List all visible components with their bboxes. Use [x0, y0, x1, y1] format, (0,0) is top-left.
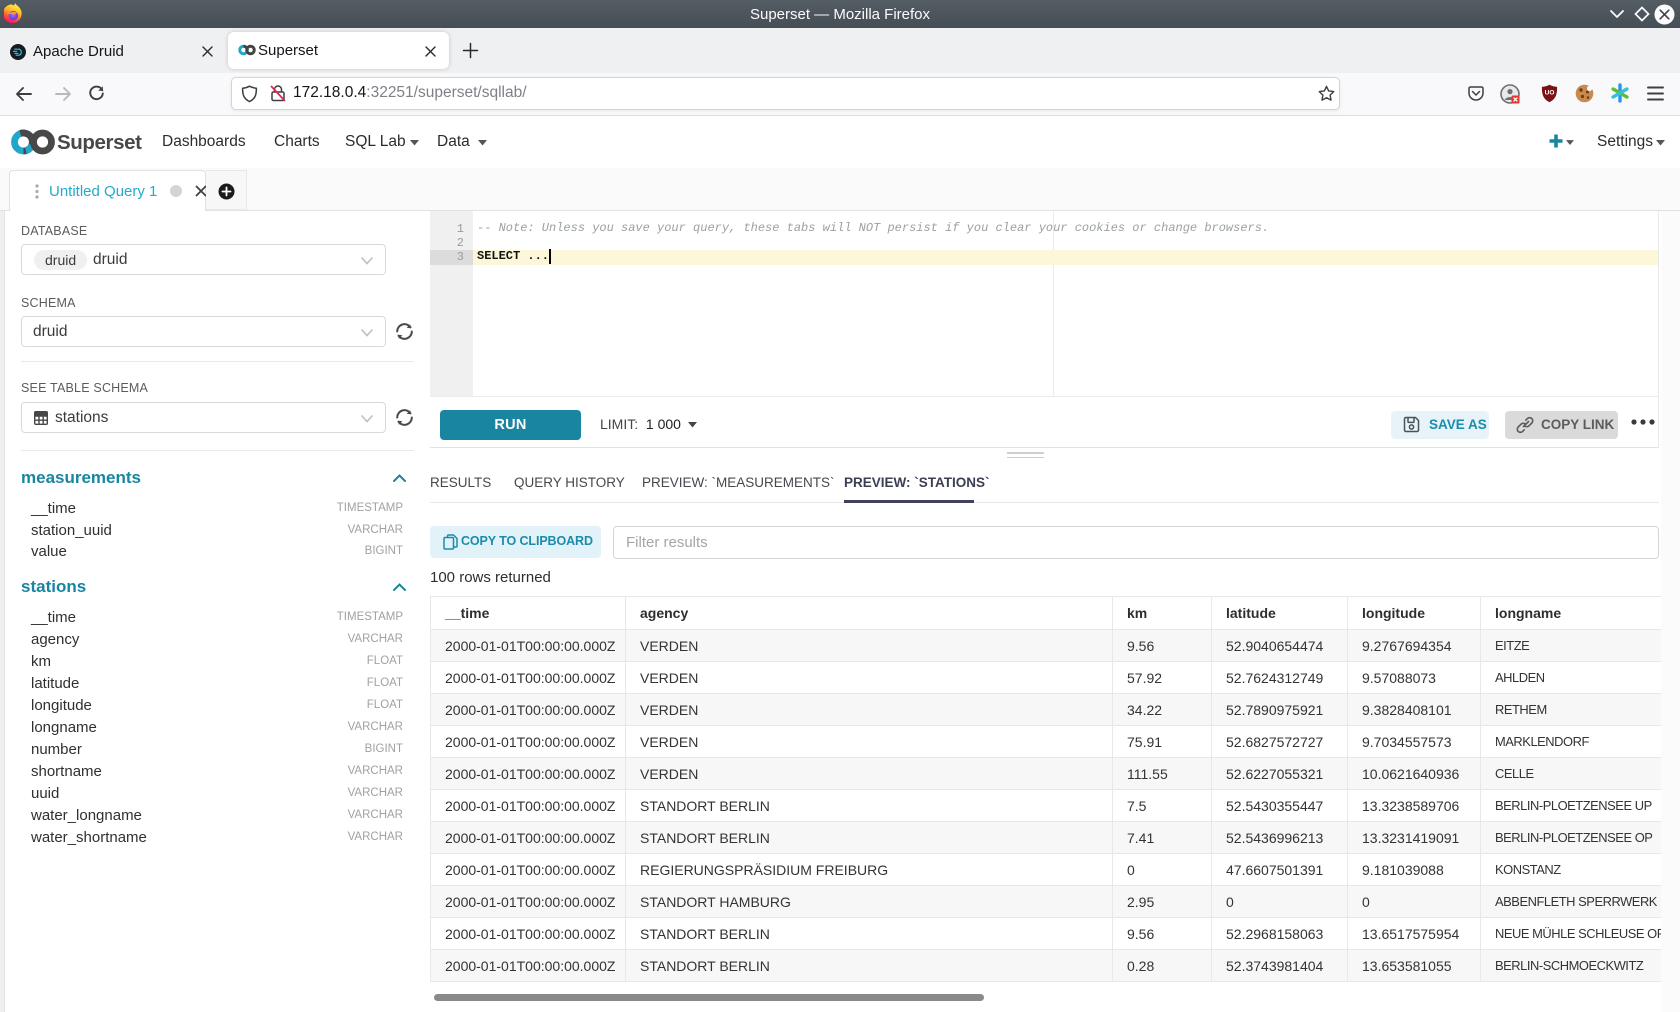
- svg-text:UO: UO: [1545, 90, 1555, 97]
